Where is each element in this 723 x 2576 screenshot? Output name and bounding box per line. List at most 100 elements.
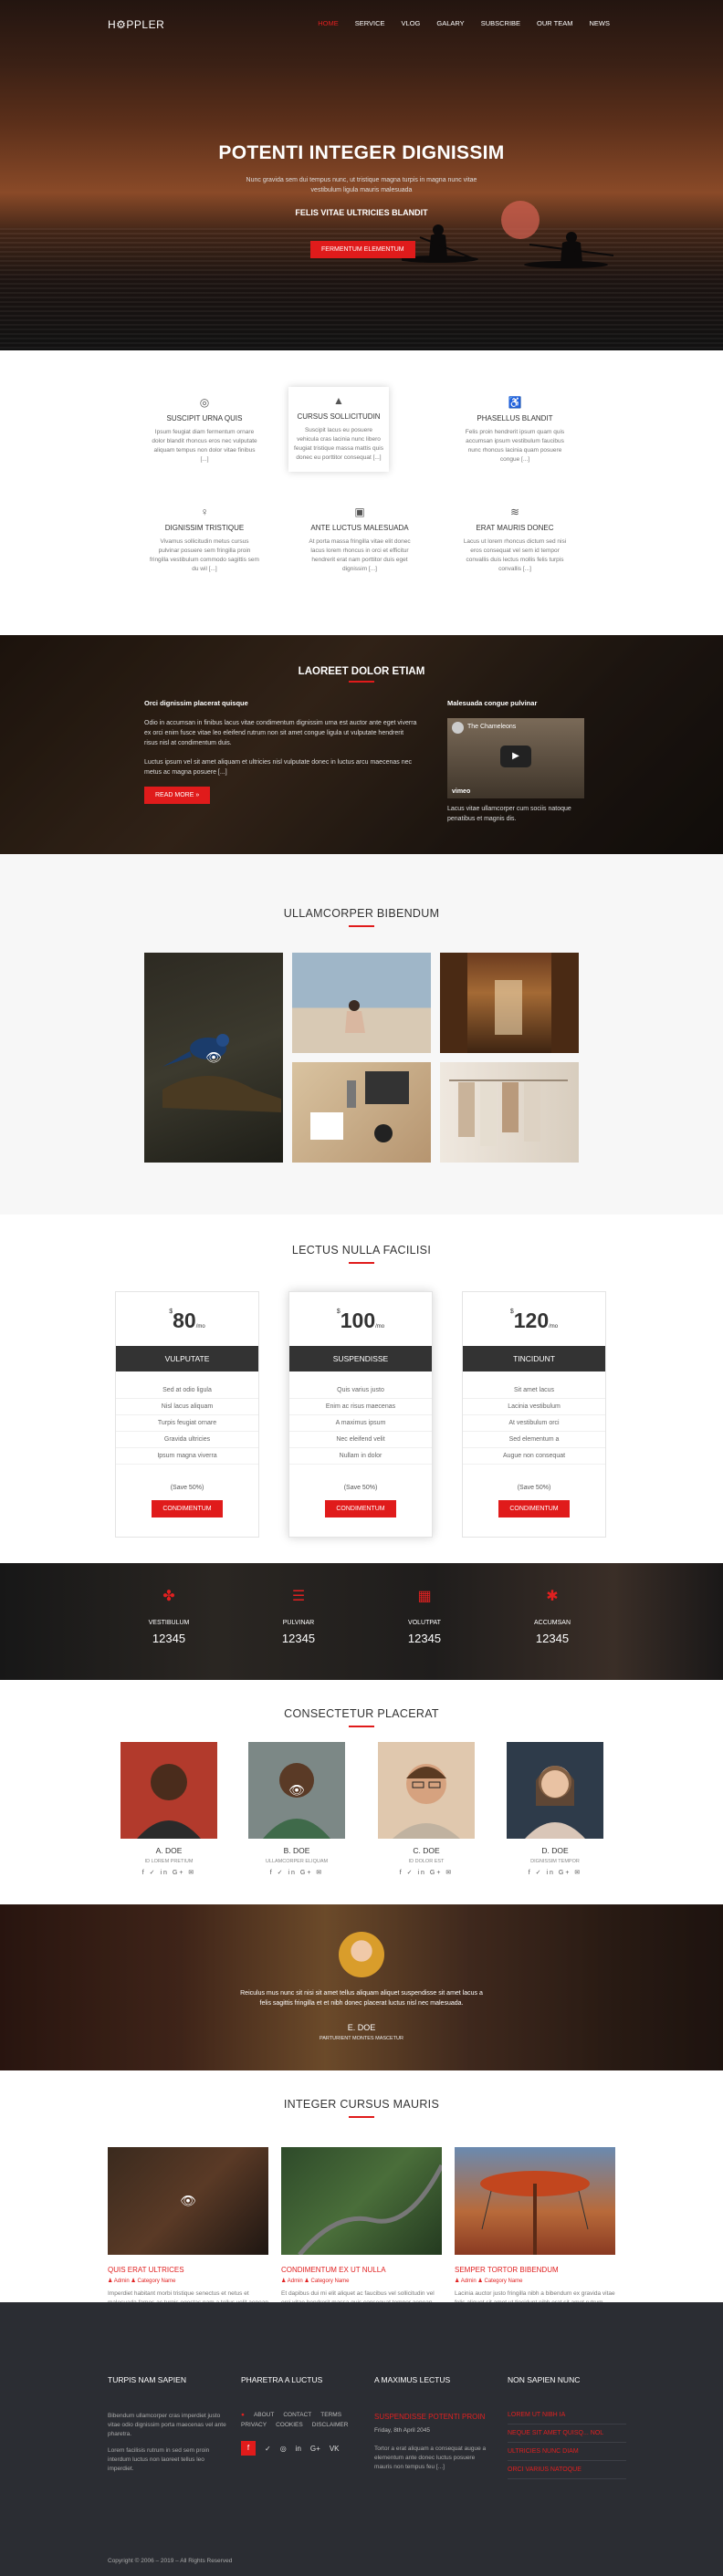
blog-author[interactable]: Admin — [114, 2279, 130, 2284]
footer-list-item[interactable]: ORCI VARIUS NATOQUE — [508, 2461, 626, 2479]
eye-icon[interactable]: 👁 — [288, 1783, 305, 1799]
linkedin-icon[interactable]: in — [296, 2445, 301, 2453]
plan-features: Sed at odio ligula Nisl lacus aliquam Tu… — [116, 1382, 258, 1465]
member-photo[interactable] — [507, 1742, 603, 1839]
footer-column-event: A MAXIMUS LECTUS SUSPENDISSE POTENTI PRO… — [374, 2375, 493, 2472]
gallery-image-clothes[interactable] — [440, 1062, 579, 1163]
blog-post-title[interactable]: QUIS ERAT ULTRICES — [108, 2266, 268, 2274]
nav-item-our-team[interactable]: OUR TEAM — [537, 19, 572, 27]
footer-link-terms[interactable]: TERMS — [320, 2412, 341, 2418]
plan-name: VULPUTATE — [116, 1346, 258, 1371]
member-role: ULLAMCORPER ELIQUAM — [265, 1859, 329, 1864]
footer-link-cookies[interactable]: COOKIES — [276, 2422, 303, 2428]
price-number: 100 — [340, 1309, 376, 1332]
video-player[interactable]: The Chameleons ▶ vimeo — [447, 718, 584, 798]
blog-image[interactable]: 👁 — [108, 2147, 268, 2255]
blog-post: SEMPER TORTOR BIBENDUM ♟ Admin ♟ Categor… — [455, 2147, 615, 2317]
blog-post-title[interactable]: SEMPER TORTOR BIBENDUM — [455, 2266, 615, 2274]
blog-image[interactable] — [281, 2147, 442, 2255]
eye-icon[interactable]: 👁 — [205, 1050, 222, 1066]
nav-item-news[interactable]: NEWS — [590, 19, 611, 27]
footer-link-contact[interactable]: CONTACT — [283, 2412, 311, 2418]
member-photo[interactable]: 👁 — [248, 1742, 345, 1839]
stat-value: 12345 — [535, 1632, 570, 1645]
nav-item-home[interactable]: HOME — [318, 19, 339, 27]
footer-link-privacy[interactable]: PRIVACY — [241, 2422, 267, 2428]
price-period: /mo — [375, 1324, 385, 1330]
footer-list-item[interactable]: LOREM UT NIBH IA — [508, 2406, 626, 2425]
gallery-image-beach[interactable] — [292, 953, 431, 1053]
plan-feature: Gravida ultricies — [116, 1432, 258, 1448]
stat-value: 12345 — [152, 1632, 186, 1645]
hero-text: Nunc gravida sem dui tempus nunc, ut tri… — [246, 177, 477, 193]
footer-heading: NON SAPIEN NUNC — [508, 2375, 581, 2384]
eye-icon[interactable]: 👁 — [180, 2194, 196, 2209]
list-icon: ☰ — [291, 1589, 306, 1604]
nav-item-vlog[interactable]: VLOG — [402, 19, 421, 27]
member-name: B. DOE — [283, 1846, 310, 1855]
nav-item-galary[interactable]: GALARY — [436, 19, 464, 27]
blog-author[interactable]: Admin — [461, 2279, 477, 2284]
stats-section: ✤ VESTIBULUM 12345 ☰ PULVINAR 12345 ▦ VO… — [0, 1563, 723, 1680]
blog-category[interactable]: Category Name — [137, 2279, 175, 2284]
price-amount: $80/mo — [116, 1309, 258, 1333]
member-social-icons[interactable]: f ✓ in G+ ✉ — [120, 1869, 217, 1876]
service-card: ▣ ANTE LUCTUS MALESUADA At porta massa f… — [305, 506, 414, 574]
site-logo[interactable]: H⚙PPLER — [108, 18, 164, 31]
copyright: Copyright © 2006 – 2019 – All Rights Res… — [108, 2558, 233, 2564]
testimonial-role: PARTURIENT MONTES MASCETUR — [320, 2036, 403, 2041]
plan-feature: A maximus ipsum — [289, 1415, 432, 1432]
nav-item-subscribe[interactable]: SUBSCRIBE — [481, 19, 520, 27]
facebook-icon[interactable]: f — [241, 2441, 256, 2456]
hero-subtitle: FELIS VITAE ULTRICIES BLANDIT — [295, 208, 428, 217]
blog-author[interactable]: Admin — [288, 2279, 303, 2284]
blog-category[interactable]: Category Name — [484, 2279, 522, 2284]
plan-button[interactable]: CONDIMENTUM — [152, 1500, 223, 1517]
gallery-image-desk[interactable] — [292, 1062, 431, 1163]
team-section: CONSECTETUR PLACERAT A. DOE ID LOREM PRE… — [0, 1680, 723, 1904]
plus-flower-icon: ✤ — [162, 1589, 175, 1604]
google-plus-icon[interactable]: G+ — [310, 2445, 320, 2453]
footer-link-about[interactable]: ABOUT — [254, 2412, 274, 2418]
plan-feature: Nisl lacus aliquam — [116, 1399, 258, 1415]
gallery-section: ULLAMCORPER BIBENDUM 👁 — [0, 854, 723, 1215]
blog-meta: ♟ Admin ♟ Category Name — [108, 2278, 268, 2284]
gallery-image-bird[interactable]: 👁 — [144, 953, 283, 1163]
user-icon: ♟ — [455, 2279, 460, 2284]
gallery-image-library[interactable] — [440, 953, 579, 1053]
service-text: Suscipit lacus eu posuere vehicula cras … — [294, 427, 383, 461]
stat-label: ACCUMSAN — [533, 1620, 571, 1626]
plan-button[interactable]: CONDIMENTUM — [325, 1500, 396, 1517]
footer-link-disclaimer[interactable]: DISCLAIMER — [312, 2422, 349, 2428]
footer-list-item[interactable]: ULTRICIES NUNC DIAM — [508, 2443, 626, 2461]
clothes-rack-illustration — [449, 1079, 568, 1146]
pricing-section: LECTUS NULLA FACILISI $80/mo VULPUTATE S… — [0, 1215, 723, 1563]
avatar — [393, 1764, 460, 1839]
vk-icon[interactable]: VK — [330, 2445, 340, 2453]
twitter-icon[interactable]: ✓ — [265, 2445, 271, 2453]
plan-name: TINCIDUNT — [463, 1346, 605, 1371]
member-photo[interactable] — [378, 1742, 475, 1839]
services-section: ◎ SUSCIPIT URNA QUIS Ipsum feugiat diam … — [0, 350, 723, 635]
member-photo[interactable] — [120, 1742, 217, 1839]
stack-icon: ≋ — [509, 506, 520, 518]
blog-image[interactable] — [455, 2147, 615, 2255]
user-icon: ♟ — [108, 2279, 113, 2284]
read-more-button[interactable]: READ MORE » — [144, 787, 211, 804]
hero-cta-button[interactable]: FERMENTUM ELEMENTUM — [310, 241, 415, 258]
member-role: ID DOLOR EST — [408, 1859, 445, 1864]
member-social-icons[interactable]: f ✓ in G+ ✉ — [507, 1869, 603, 1876]
footer-list-item[interactable]: NEQUE SIT AMET QUISQ... NOL — [508, 2425, 626, 2443]
blog-category[interactable]: Category Name — [310, 2279, 349, 2284]
dribbble-icon[interactable]: ◎ — [280, 2445, 287, 2453]
member-social-icons[interactable]: f ✓ in G+ ✉ — [378, 1869, 475, 1876]
service-title: ANTE LUCTUS MALESUADA — [310, 524, 409, 532]
team-member: C. DOE ID DOLOR EST f ✓ in G+ ✉ — [378, 1742, 475, 1876]
nav-item-service[interactable]: SERVICE — [355, 19, 385, 27]
blog-post-title[interactable]: CONDIMENTUM EX UT NULLA — [281, 2266, 442, 2274]
plan-save: (Save 50%) — [517, 1485, 551, 1491]
member-social-icons[interactable]: f ✓ in G+ ✉ — [248, 1869, 345, 1876]
plan-button[interactable]: CONDIMENTUM — [498, 1500, 570, 1517]
event-title[interactable]: SUSPENDISSE POTENTI PROIN — [374, 2412, 493, 2422]
play-icon[interactable]: ▶ — [500, 746, 531, 767]
